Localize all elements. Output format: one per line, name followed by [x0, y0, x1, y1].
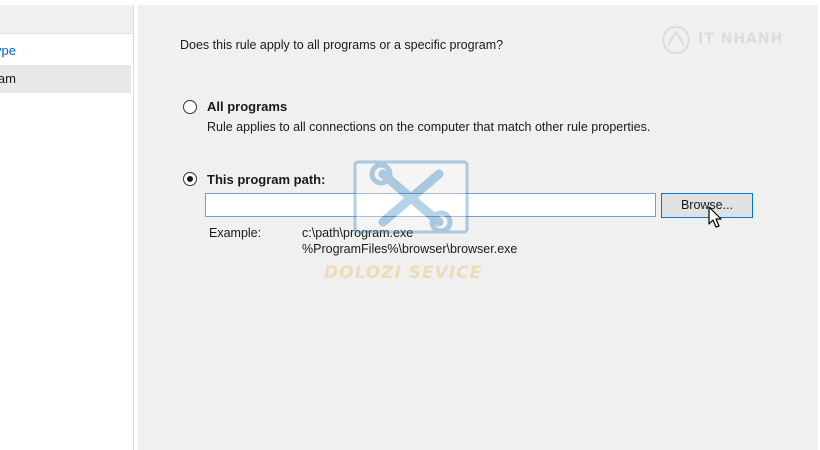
program-question: Does this rule apply to all programs or … — [180, 38, 504, 52]
all-programs-description: Rule applies to all connections on the c… — [207, 120, 651, 134]
program-panel: IT NHANH Does this rule apply to all pro… — [138, 5, 818, 450]
radio-selected-dot — [187, 176, 193, 182]
step-program-label: Program — [0, 71, 16, 86]
itnhanh-watermark-text: IT NHANH — [698, 31, 784, 47]
dolozi-watermark-text: DOLOZI SEVICE — [324, 263, 483, 283]
browse-button[interactable]: Browse... — [661, 193, 753, 218]
steps-pane: Rule Type Program — [0, 5, 134, 450]
example-label: Example: — [209, 226, 262, 240]
steps-header — [0, 5, 133, 34]
arrow-cursor-icon — [708, 206, 722, 228]
all-programs-radio[interactable] — [183, 100, 197, 114]
step-program[interactable]: Program — [0, 65, 131, 93]
itnhanh-watermark-label-box: IT NHANH — [658, 23, 788, 57]
step-rule-type-label[interactable]: Rule Type — [0, 37, 16, 65]
example-path-2: %ProgramFiles%\browser\browser.exe — [302, 242, 518, 256]
program-path-radio[interactable] — [183, 172, 197, 186]
step-rule-type[interactable]: Rule Type — [0, 37, 131, 65]
tools-icon — [353, 160, 469, 234]
program-path-label[interactable]: This program path: — [207, 172, 325, 187]
all-programs-label[interactable]: All programs — [207, 99, 287, 114]
